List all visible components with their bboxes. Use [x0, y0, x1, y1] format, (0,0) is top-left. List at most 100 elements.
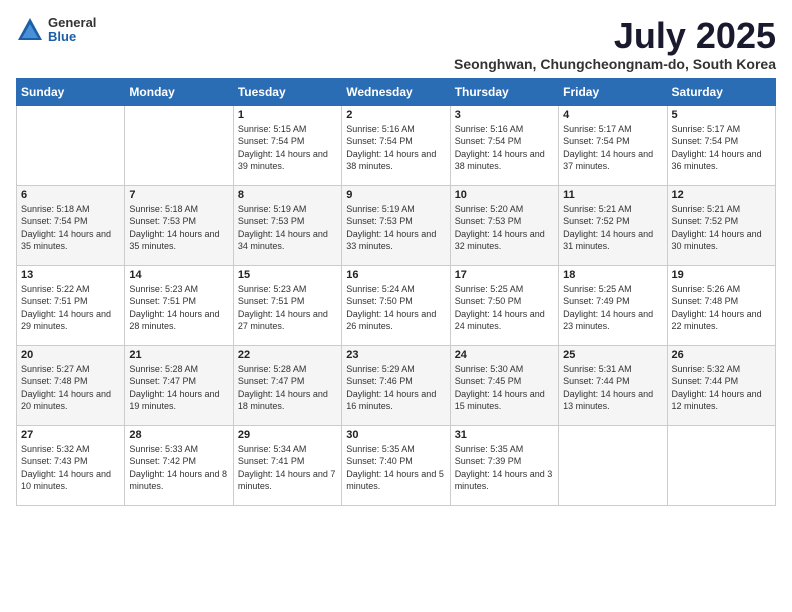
calendar-cell: 12 Sunrise: 5:21 AM Sunset: 7:52 PM Dayli… — [667, 185, 775, 265]
calendar-cell: 19 Sunrise: 5:26 AM Sunset: 7:48 PM Dayli… — [667, 265, 775, 345]
calendar-cell: 5 Sunrise: 5:17 AM Sunset: 7:54 PM Daylig… — [667, 105, 775, 185]
calendar-cell: 23 Sunrise: 5:29 AM Sunset: 7:46 PM Dayli… — [342, 345, 450, 425]
day-number: 31 — [455, 429, 554, 441]
calendar-cell: 31 Sunrise: 5:35 AM Sunset: 7:39 PM Dayli… — [450, 425, 558, 505]
calendar-week-row: 20 Sunrise: 5:27 AM Sunset: 7:48 PM Dayli… — [17, 345, 776, 425]
day-info: Sunrise: 5:30 AM Sunset: 7:45 PM Dayligh… — [455, 363, 554, 413]
logo-blue-text: Blue — [48, 30, 96, 44]
day-info: Sunrise: 5:21 AM Sunset: 7:52 PM Dayligh… — [563, 203, 662, 253]
calendar-cell: 29 Sunrise: 5:34 AM Sunset: 7:41 PM Dayli… — [233, 425, 341, 505]
calendar-cell: 18 Sunrise: 5:25 AM Sunset: 7:49 PM Dayli… — [559, 265, 667, 345]
calendar-week-row: 6Sunrise: 5:18 AM Sunset: 7:54 PM Daylig… — [17, 185, 776, 265]
title-section: July 2025 Seonghwan, Chungcheongnam-do, … — [454, 16, 776, 72]
day-info: Sunrise: 5:31 AM Sunset: 7:44 PM Dayligh… — [563, 363, 662, 413]
day-info: Sunrise: 5:22 AM Sunset: 7:51 PM Dayligh… — [21, 283, 120, 333]
calendar-cell: 21 Sunrise: 5:28 AM Sunset: 7:47 PM Dayli… — [125, 345, 233, 425]
calendar-cell — [667, 425, 775, 505]
day-number: 12 — [672, 189, 771, 201]
day-info: Sunrise: 5:28 AM Sunset: 7:47 PM Dayligh… — [129, 363, 228, 413]
day-number: 29 — [238, 429, 337, 441]
logo-icon — [16, 16, 44, 44]
day-number: 16 — [346, 269, 445, 281]
weekday-header-friday: Friday — [559, 78, 667, 105]
day-number: 1 — [238, 109, 337, 121]
calendar-cell: 15 Sunrise: 5:23 AM Sunset: 7:51 PM Dayli… — [233, 265, 341, 345]
calendar-cell: 20 Sunrise: 5:27 AM Sunset: 7:48 PM Dayli… — [17, 345, 125, 425]
logo: General Blue — [16, 16, 96, 45]
day-number: 26 — [672, 349, 771, 361]
day-info: Sunrise: 5:28 AM Sunset: 7:47 PM Dayligh… — [238, 363, 337, 413]
day-info: Sunrise: 5:18 AM Sunset: 7:54 PM Dayligh… — [21, 203, 120, 253]
calendar-cell: 28Sunrise: 5:33 AM Sunset: 7:42 PM Dayli… — [125, 425, 233, 505]
day-number: 17 — [455, 269, 554, 281]
calendar-week-row: 1 Sunrise: 5:15 AM Sunset: 7:54 PM Daylig… — [17, 105, 776, 185]
day-number: 23 — [346, 349, 445, 361]
day-info: Sunrise: 5:18 AM Sunset: 7:53 PM Dayligh… — [129, 203, 228, 253]
day-number: 22 — [238, 349, 337, 361]
day-info: Sunrise: 5:35 AM Sunset: 7:40 PM Dayligh… — [346, 443, 445, 493]
day-info: Sunrise: 5:24 AM Sunset: 7:50 PM Dayligh… — [346, 283, 445, 333]
day-info: Sunrise: 5:20 AM Sunset: 7:53 PM Dayligh… — [455, 203, 554, 253]
weekday-header-tuesday: Tuesday — [233, 78, 341, 105]
calendar-cell: 30 Sunrise: 5:35 AM Sunset: 7:40 PM Dayli… — [342, 425, 450, 505]
calendar-cell: 22 Sunrise: 5:28 AM Sunset: 7:47 PM Dayli… — [233, 345, 341, 425]
location-title: Seonghwan, Chungcheongnam-do, South Kore… — [454, 56, 776, 72]
day-info: Sunrise: 5:17 AM Sunset: 7:54 PM Dayligh… — [672, 123, 771, 173]
day-info: Sunrise: 5:32 AM Sunset: 7:43 PM Dayligh… — [21, 443, 120, 493]
calendar-cell: 27Sunrise: 5:32 AM Sunset: 7:43 PM Dayli… — [17, 425, 125, 505]
day-number: 11 — [563, 189, 662, 201]
day-number: 14 — [129, 269, 228, 281]
day-number: 18 — [563, 269, 662, 281]
day-info: Sunrise: 5:34 AM Sunset: 7:41 PM Dayligh… — [238, 443, 337, 493]
day-number: 3 — [455, 109, 554, 121]
day-number: 20 — [21, 349, 120, 361]
calendar-cell: 26Sunrise: 5:32 AM Sunset: 7:44 PM Dayli… — [667, 345, 775, 425]
weekday-header-saturday: Saturday — [667, 78, 775, 105]
calendar-cell: 17 Sunrise: 5:25 AM Sunset: 7:50 PM Dayli… — [450, 265, 558, 345]
day-info: Sunrise: 5:29 AM Sunset: 7:46 PM Dayligh… — [346, 363, 445, 413]
page-header: General Blue July 2025 Seonghwan, Chungc… — [16, 16, 776, 72]
calendar-cell: 10 Sunrise: 5:20 AM Sunset: 7:53 PM Dayli… — [450, 185, 558, 265]
calendar-cell: 8Sunrise: 5:19 AM Sunset: 7:53 PM Daylig… — [233, 185, 341, 265]
day-info: Sunrise: 5:25 AM Sunset: 7:49 PM Dayligh… — [563, 283, 662, 333]
calendar-cell — [17, 105, 125, 185]
calendar-cell: 9Sunrise: 5:19 AM Sunset: 7:53 PM Daylig… — [342, 185, 450, 265]
day-info: Sunrise: 5:21 AM Sunset: 7:52 PM Dayligh… — [672, 203, 771, 253]
day-info: Sunrise: 5:27 AM Sunset: 7:48 PM Dayligh… — [21, 363, 120, 413]
calendar-cell: 11 Sunrise: 5:21 AM Sunset: 7:52 PM Dayli… — [559, 185, 667, 265]
day-info: Sunrise: 5:16 AM Sunset: 7:54 PM Dayligh… — [455, 123, 554, 173]
calendar-cell: 13 Sunrise: 5:22 AM Sunset: 7:51 PM Dayli… — [17, 265, 125, 345]
calendar-cell: 14Sunrise: 5:23 AM Sunset: 7:51 PM Dayli… — [125, 265, 233, 345]
day-info: Sunrise: 5:25 AM Sunset: 7:50 PM Dayligh… — [455, 283, 554, 333]
day-info: Sunrise: 5:16 AM Sunset: 7:54 PM Dayligh… — [346, 123, 445, 173]
day-number: 15 — [238, 269, 337, 281]
day-info: Sunrise: 5:19 AM Sunset: 7:53 PM Dayligh… — [238, 203, 337, 253]
weekday-header-thursday: Thursday — [450, 78, 558, 105]
day-number: 21 — [129, 349, 228, 361]
day-number: 25 — [563, 349, 662, 361]
weekday-header-wednesday: Wednesday — [342, 78, 450, 105]
calendar-cell: 16 Sunrise: 5:24 AM Sunset: 7:50 PM Dayli… — [342, 265, 450, 345]
month-title: July 2025 — [454, 16, 776, 56]
calendar-cell — [125, 105, 233, 185]
day-number: 4 — [563, 109, 662, 121]
day-info: Sunrise: 5:35 AM Sunset: 7:39 PM Dayligh… — [455, 443, 554, 493]
day-number: 24 — [455, 349, 554, 361]
day-number: 30 — [346, 429, 445, 441]
weekday-header-row: SundayMondayTuesdayWednesdayThursdayFrid… — [17, 78, 776, 105]
day-number: 10 — [455, 189, 554, 201]
day-info: Sunrise: 5:26 AM Sunset: 7:48 PM Dayligh… — [672, 283, 771, 333]
calendar-table: SundayMondayTuesdayWednesdayThursdayFrid… — [16, 78, 776, 506]
calendar-cell: 3 Sunrise: 5:16 AM Sunset: 7:54 PM Daylig… — [450, 105, 558, 185]
day-number: 13 — [21, 269, 120, 281]
calendar-cell — [559, 425, 667, 505]
calendar-week-row: 13 Sunrise: 5:22 AM Sunset: 7:51 PM Dayli… — [17, 265, 776, 345]
logo-general-text: General — [48, 16, 96, 30]
calendar-cell: 25 Sunrise: 5:31 AM Sunset: 7:44 PM Dayli… — [559, 345, 667, 425]
day-number: 5 — [672, 109, 771, 121]
day-number: 19 — [672, 269, 771, 281]
day-info: Sunrise: 5:23 AM Sunset: 7:51 PM Dayligh… — [238, 283, 337, 333]
weekday-header-sunday: Sunday — [17, 78, 125, 105]
calendar-cell: 1 Sunrise: 5:15 AM Sunset: 7:54 PM Daylig… — [233, 105, 341, 185]
day-info: Sunrise: 5:15 AM Sunset: 7:54 PM Dayligh… — [238, 123, 337, 173]
